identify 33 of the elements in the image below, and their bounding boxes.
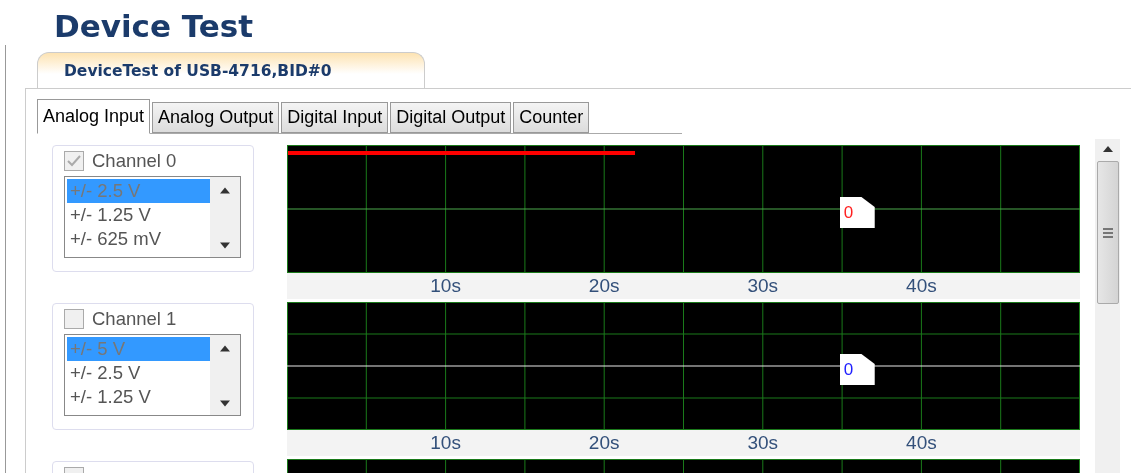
- device-tab[interactable]: DeviceTest of USB-4716,BID#0: [37, 52, 425, 88]
- grip-icon: [1101, 227, 1114, 238]
- tab[interactable]: Counter: [513, 102, 590, 133]
- scroll-thumb[interactable]: [1096, 161, 1119, 304]
- channel-label: Channel 0: [92, 149, 177, 174]
- page-title: Device Test: [54, 7, 255, 45]
- tab[interactable]: Digital Input: [281, 102, 389, 133]
- list-item[interactable]: +/- 1.25 V: [67, 385, 210, 409]
- axis-tick-label: 20s: [588, 274, 620, 298]
- list-item[interactable]: +/- 625 mV: [67, 227, 210, 251]
- axis-tick-label: 30s: [747, 431, 779, 455]
- checkbox[interactable]: [64, 309, 84, 329]
- scrollbar[interactable]: [1095, 139, 1120, 473]
- list-item[interactable]: +/- 1.25 V: [67, 203, 210, 227]
- channel-label: Channel 1: [92, 307, 177, 332]
- axis-tick-label: 30s: [747, 274, 779, 298]
- scroll-down-icon[interactable]: [219, 242, 231, 249]
- axis-tick-label: 10s: [430, 431, 461, 455]
- range-listbox[interactable]: +/- 5 V +/- 2.5 V +/- 1.25 V: [64, 334, 241, 416]
- axis-tick-label: 10s: [430, 274, 461, 298]
- tab[interactable]: Analog Output: [152, 102, 280, 133]
- range-listbox[interactable]: +/- 2.5 V +/- 1.25 V +/- 625 mV: [64, 176, 241, 258]
- scroll-up-icon[interactable]: [219, 345, 231, 352]
- tab[interactable]: Digital Output: [390, 102, 512, 133]
- scroll-up-icon[interactable]: [219, 187, 231, 194]
- axis-tick-label: 20s: [588, 431, 620, 455]
- scroll-down-icon[interactable]: [219, 400, 231, 407]
- scroll-up-icon[interactable]: [1101, 145, 1114, 153]
- checkbox[interactable]: [64, 151, 84, 171]
- tab[interactable]: Analog Input: [37, 99, 151, 134]
- list-item[interactable]: +/- 2.5 V: [67, 361, 210, 385]
- axis-tick-label: 40s: [906, 431, 937, 455]
- axis-tick-label: 40s: [906, 274, 937, 298]
